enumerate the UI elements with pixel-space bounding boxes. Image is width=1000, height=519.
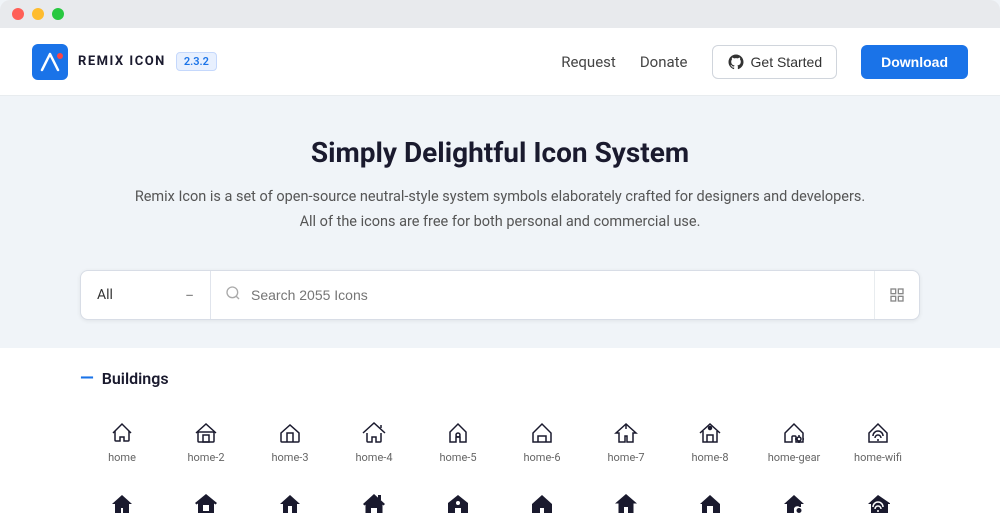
donate-link[interactable]: Donate — [640, 53, 688, 71]
icon-home-7-outline[interactable]: home-7 — [584, 409, 668, 476]
icon-label: home — [108, 451, 136, 464]
github-icon — [727, 53, 745, 71]
icon-home-3-outline[interactable]: home-3 — [248, 409, 332, 476]
hero-title: Simply Delightful Icon System — [20, 136, 980, 169]
section-header: — Buildings — [80, 368, 920, 389]
search-bar: All − — [80, 270, 920, 320]
hero-description-1: Remix Icon is a set of open-source neutr… — [20, 185, 980, 210]
nav-right: Request Donate Get Started Download — [561, 45, 968, 79]
filled-icons-grid: home home-2 home-3 — [80, 480, 920, 519]
icon-label: home-gear — [768, 451, 821, 464]
icon-home-filled[interactable]: home — [80, 480, 164, 519]
download-button[interactable]: Download — [861, 45, 968, 79]
section-dash: — — [80, 368, 94, 389]
icon-label: home-3 — [271, 451, 308, 464]
filter-label: All — [97, 287, 177, 303]
grid-view-button[interactable] — [874, 271, 919, 319]
icon-home-4-filled[interactable]: home-4 — [332, 480, 416, 519]
logo-text: REMIX ICON — [78, 54, 166, 69]
hero-description-2: All of the icons are free for both perso… — [20, 210, 980, 235]
close-button[interactable] — [12, 8, 24, 20]
minus-icon: − — [185, 286, 194, 305]
icon-label: home-4 — [355, 451, 392, 464]
icon-home-5-outline[interactable]: home-5 — [416, 409, 500, 476]
search-input[interactable] — [251, 287, 860, 303]
nav-left: REMIX ICON 2.3.2 — [32, 44, 217, 80]
section-title: Buildings — [102, 369, 169, 388]
icon-home-7-filled[interactable]: home-7 — [584, 480, 668, 519]
minimize-button[interactable] — [32, 8, 44, 20]
icon-label: home-8 — [691, 451, 728, 464]
icon-home-6-filled[interactable]: home-6 — [500, 480, 584, 519]
search-section — [211, 285, 874, 305]
icon-label: home-wifi — [854, 451, 902, 464]
window-chrome — [0, 0, 1000, 28]
icon-home-wifi-filled[interactable]: home-wifi — [836, 480, 920, 519]
search-area: All − — [0, 270, 1000, 348]
icon-home-4-outline[interactable]: home-4 — [332, 409, 416, 476]
icon-home-3-filled[interactable]: home-3 — [248, 480, 332, 519]
hero-section: Simply Delightful Icon System Remix Icon… — [0, 96, 1000, 270]
version-badge: 2.3.2 — [176, 52, 217, 71]
icon-home-8-filled[interactable]: home-8 — [668, 480, 752, 519]
icon-home-5-filled[interactable]: home-5 — [416, 480, 500, 519]
search-icon — [225, 285, 241, 305]
icon-home-6-outline[interactable]: home-6 — [500, 409, 584, 476]
get-started-button[interactable]: Get Started — [712, 45, 838, 79]
icon-label: home-5 — [439, 451, 476, 464]
logo-icon — [32, 44, 68, 80]
icon-home-2-outline[interactable]: home-2 — [164, 409, 248, 476]
icon-home-wifi-outline[interactable]: home-wifi — [836, 409, 920, 476]
maximize-button[interactable] — [52, 8, 64, 20]
app-container: REMIX ICON 2.3.2 Request Donate Get Star… — [0, 28, 1000, 519]
icons-section: — Buildings home home-2 — [0, 348, 1000, 519]
navbar: REMIX ICON 2.3.2 Request Donate Get Star… — [0, 28, 1000, 96]
icon-home-outline[interactable]: home — [80, 409, 164, 476]
icon-label: home-2 — [187, 451, 224, 464]
icon-home-gear-filled[interactable]: home-gear — [752, 480, 836, 519]
icon-home-gear-outline[interactable]: home-gear — [752, 409, 836, 476]
icon-home-8-outline[interactable]: home-8 — [668, 409, 752, 476]
icon-label: home-7 — [607, 451, 644, 464]
icon-home-2-filled[interactable]: home-2 — [164, 480, 248, 519]
get-started-label: Get Started — [751, 54, 823, 70]
filter-dropdown[interactable]: All − — [81, 271, 211, 319]
request-link[interactable]: Request — [561, 53, 616, 71]
outline-icons-grid: home home-2 home-3 — [80, 409, 920, 476]
icon-label: home-6 — [523, 451, 560, 464]
